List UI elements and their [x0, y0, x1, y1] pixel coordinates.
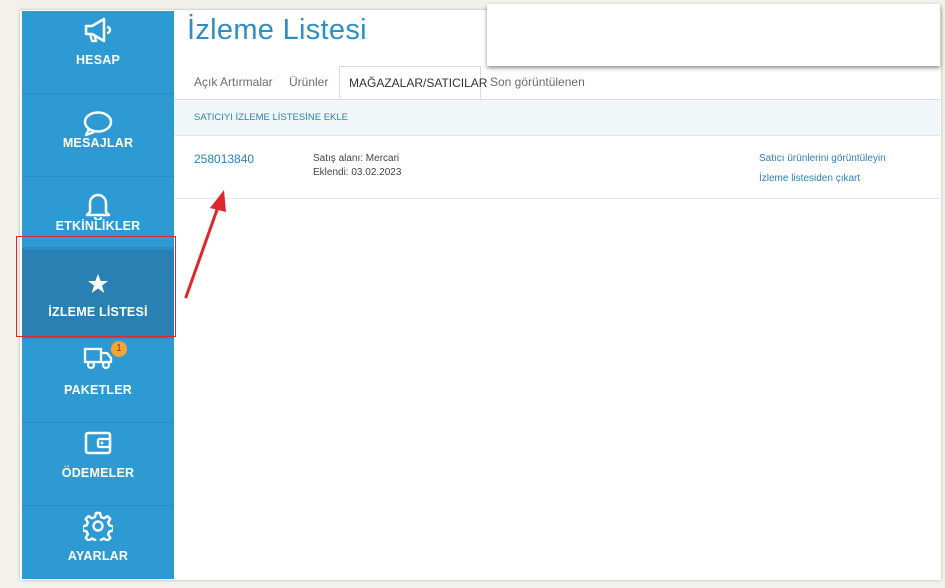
annotation-arrow — [184, 190, 226, 299]
